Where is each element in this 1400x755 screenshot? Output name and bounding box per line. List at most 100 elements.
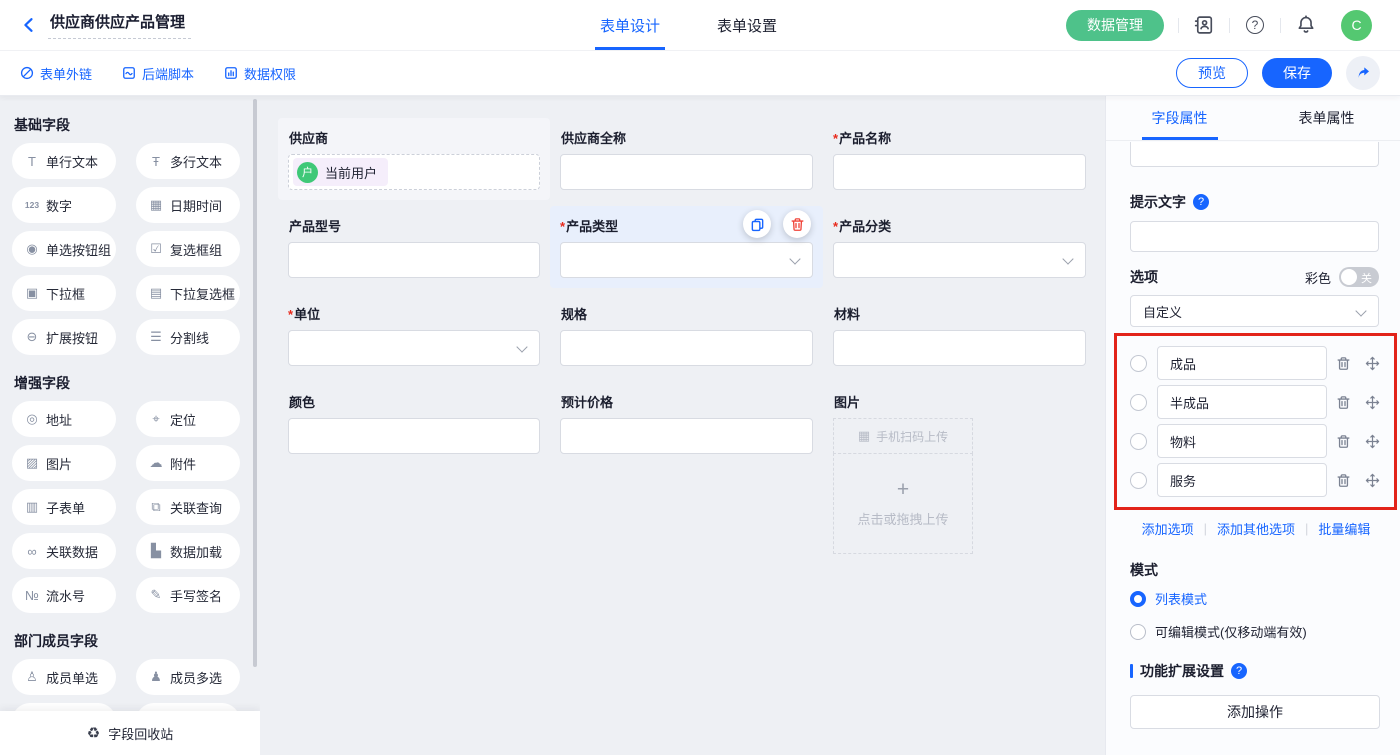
field-recycle-bin[interactable]: ♻ 字段回收站 <box>0 711 260 755</box>
field-product-type-selected[interactable]: *产品类型 <box>550 206 823 288</box>
tab-form-properties[interactable]: 表单属性 <box>1253 96 1400 140</box>
text-input[interactable] <box>560 154 813 190</box>
move-option-handle[interactable] <box>1365 395 1380 410</box>
color-toggle[interactable]: 关 <box>1339 267 1379 287</box>
hint-text-input[interactable] <box>1130 221 1379 252</box>
supplier-default-value[interactable]: 户 当前用户 <box>288 154 540 190</box>
delete-option-button[interactable] <box>1336 434 1351 449</box>
preview-button[interactable]: 预览 <box>1176 58 1248 88</box>
data-permission-link[interactable]: 数据权限 <box>224 64 296 83</box>
field-supplier[interactable]: 供应商 户 当前用户 <box>278 118 550 200</box>
delete-field-button[interactable] <box>783 210 811 238</box>
tab-form-design[interactable]: 表单设计 <box>600 0 660 50</box>
option-text-input[interactable]: 半成品 <box>1157 385 1327 419</box>
text-input[interactable] <box>288 242 540 278</box>
palette-item-dropdown[interactable]: ▣下拉框 <box>12 275 116 311</box>
option-text-input[interactable]: 服务 <box>1157 463 1327 497</box>
palette-item-single-line-text[interactable]: T单行文本 <box>12 143 116 179</box>
field-title-input-partial[interactable] <box>1130 142 1379 167</box>
palette-item-image[interactable]: ▨图片 <box>12 445 116 481</box>
qr-upload-button[interactable]: ▦ 手机扫码上传 <box>833 418 973 454</box>
form-external-link[interactable]: 表单外链 <box>20 64 92 83</box>
text-input[interactable] <box>288 418 540 454</box>
field-image[interactable]: 图片 ▦ 手机扫码上传 + 点击或拖拽上传 <box>823 382 1096 564</box>
add-other-option-link[interactable]: 添加其他选项 <box>1217 519 1295 538</box>
palette-item-multi-line-text[interactable]: Ŧ多行文本 <box>136 143 240 179</box>
palette-item-signature[interactable]: ✎手写签名 <box>136 577 240 613</box>
option-radio[interactable] <box>1130 394 1147 411</box>
field-supplier-fullname[interactable]: 供应商全称 <box>550 118 823 200</box>
avatar[interactable]: C <box>1341 10 1372 41</box>
form-title[interactable]: 供应商供应产品管理 <box>48 11 191 39</box>
field-spec[interactable]: 规格 <box>550 294 823 376</box>
drag-upload-area[interactable]: + 点击或拖拽上传 <box>833 453 973 554</box>
help-icon[interactable]: ? <box>1193 194 1209 210</box>
form-fields-grid: 供应商 户 当前用户 供应商全称 *产品名称 产品型号 <box>278 118 1096 564</box>
help-icon[interactable]: ? <box>1231 663 1247 679</box>
field-color[interactable]: 颜色 <box>278 382 550 464</box>
option-radio[interactable] <box>1130 472 1147 489</box>
move-option-handle[interactable] <box>1365 434 1380 449</box>
save-button[interactable]: 保存 <box>1262 58 1332 88</box>
palette-item-address[interactable]: ◎地址 <box>12 401 116 437</box>
batch-edit-link[interactable]: 批量编辑 <box>1318 519 1370 538</box>
move-option-handle[interactable] <box>1365 356 1380 371</box>
add-option-link[interactable]: 添加选项 <box>1142 519 1194 538</box>
mode-editable[interactable]: 可编辑模式(仅移动端有效) <box>1130 622 1382 641</box>
move-option-handle[interactable] <box>1365 473 1380 488</box>
backend-script-link[interactable]: 后端脚本 <box>122 64 194 83</box>
current-user-tag[interactable]: 户 当前用户 <box>293 158 388 186</box>
palette-item-serial-number[interactable]: №流水号 <box>12 577 116 613</box>
help-icon[interactable]: ? <box>1244 14 1266 36</box>
text-input[interactable] <box>560 330 813 366</box>
palette-item-attachment[interactable]: ☁附件 <box>136 445 240 481</box>
tab-form-settings[interactable]: 表单设置 <box>717 0 777 50</box>
add-action-button[interactable]: 添加操作 <box>1130 695 1380 729</box>
copy-field-button[interactable] <box>743 210 771 238</box>
delete-option-button[interactable] <box>1336 473 1351 488</box>
palette-item-divider[interactable]: ☰分割线 <box>136 319 240 355</box>
palette-item-multi-dropdown[interactable]: ▤下拉复选框 <box>136 275 240 311</box>
text-input[interactable] <box>833 330 1086 366</box>
field-material[interactable]: 材料 <box>823 294 1096 376</box>
data-manage-button[interactable]: 数据管理 <box>1066 10 1164 41</box>
bell-icon[interactable] <box>1295 14 1317 36</box>
palette-item-member-multi[interactable]: ♟成员多选 <box>136 659 240 695</box>
mode-list[interactable]: 列表模式 <box>1130 589 1382 608</box>
share-button[interactable] <box>1346 56 1380 90</box>
select-input[interactable] <box>288 330 540 366</box>
option-text-input[interactable]: 物料 <box>1157 424 1327 458</box>
palette-item-location[interactable]: ⌖定位 <box>136 401 240 437</box>
palette-item-radio-group[interactable]: ◉单选按钮组 <box>12 231 116 267</box>
field-product-category[interactable]: *产品分类 <box>823 206 1096 288</box>
options-source-select[interactable]: 自定义 <box>1130 295 1379 327</box>
field-unit[interactable]: *单位 <box>278 294 550 376</box>
palette-item-number[interactable]: 123数字 <box>12 187 116 223</box>
field-product-model[interactable]: 产品型号 <box>278 206 550 288</box>
contacts-icon[interactable] <box>1193 14 1215 36</box>
select-input[interactable] <box>833 242 1086 278</box>
delete-option-button[interactable] <box>1336 356 1351 371</box>
option-radio[interactable] <box>1130 433 1147 450</box>
field-estimated-price[interactable]: 预计价格 <box>550 382 823 464</box>
form-canvas[interactable]: 供应商 户 当前用户 供应商全称 *产品名称 产品型号 <box>260 96 1105 755</box>
palette-item-linked-query[interactable]: ⧉关联查询 <box>136 489 240 525</box>
palette-item-checkbox-group[interactable]: ☑复选框组 <box>136 231 240 267</box>
sidebar-scrollbar[interactable] <box>253 99 257 667</box>
text-input[interactable] <box>560 418 813 454</box>
field-product-name[interactable]: *产品名称 <box>823 118 1096 200</box>
palette-item-extend-button[interactable]: ⊖扩展按钮 <box>12 319 116 355</box>
tab-field-properties[interactable]: 字段属性 <box>1106 96 1253 140</box>
signature-icon: ✎ <box>148 587 164 603</box>
palette-item-linked-data[interactable]: ∞关联数据 <box>12 533 116 569</box>
palette-item-data-load[interactable]: ▙数据加载 <box>136 533 240 569</box>
text-input[interactable] <box>833 154 1086 190</box>
back-icon[interactable] <box>18 14 40 36</box>
palette-item-subform[interactable]: ▥子表单 <box>12 489 116 525</box>
option-radio[interactable] <box>1130 355 1147 372</box>
palette-item-datetime[interactable]: ▦日期时间 <box>136 187 240 223</box>
palette-item-member-single[interactable]: ♙成员单选 <box>12 659 116 695</box>
option-text-input[interactable]: 成品 <box>1157 346 1327 380</box>
select-input[interactable] <box>560 242 813 278</box>
delete-option-button[interactable] <box>1336 395 1351 410</box>
